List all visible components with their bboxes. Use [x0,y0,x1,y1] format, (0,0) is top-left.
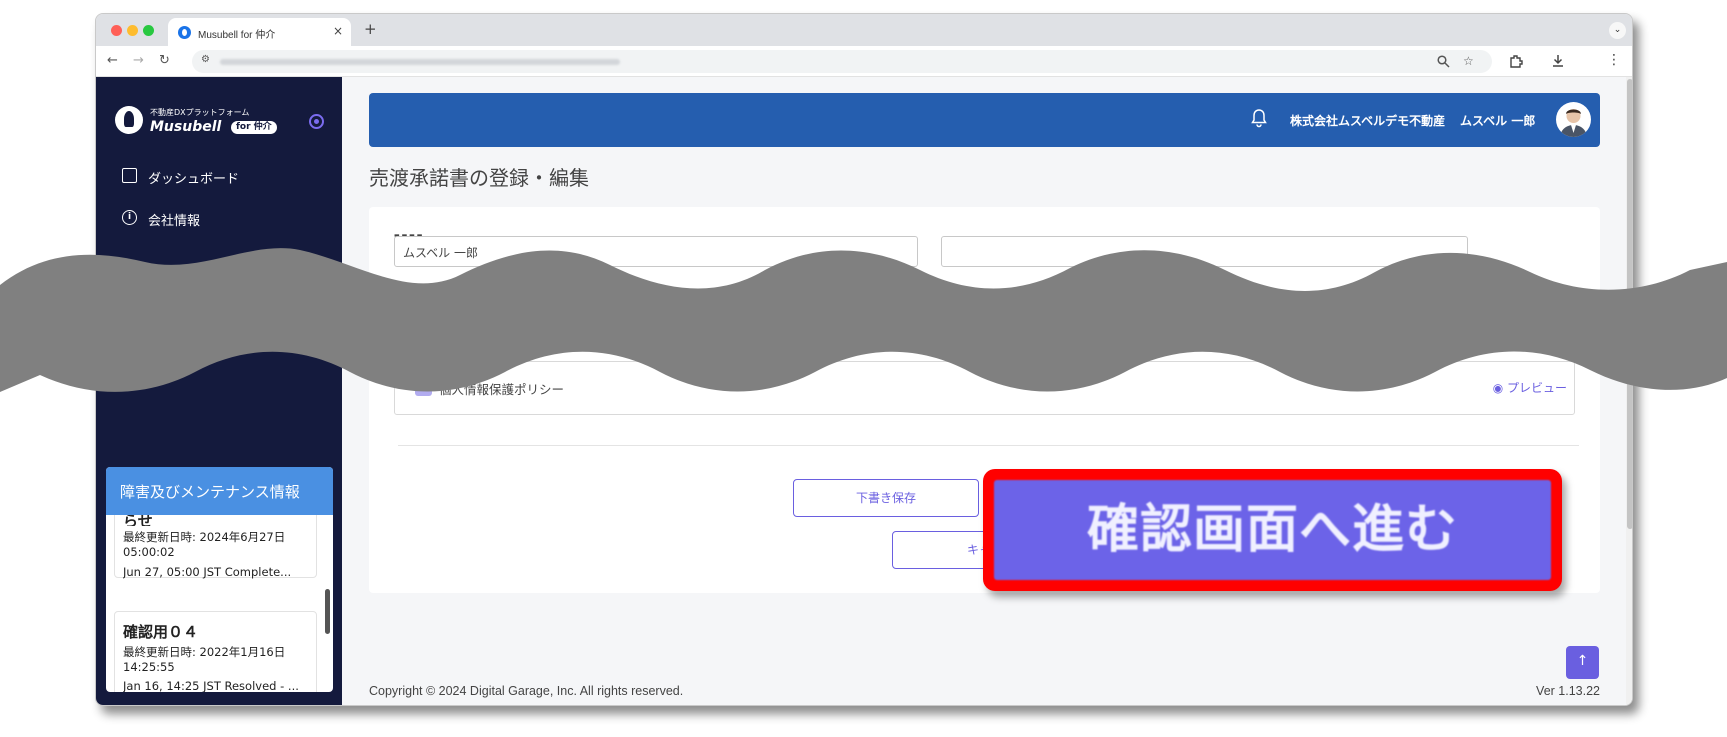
proceed-to-confirmation-button[interactable]: 確認画面へ進む [994,480,1551,580]
screenshot-stage: Musubell for 仲介 × + ⌄ ← → ↻ ⚙ ☆ ⋮ 不動産DXプ… [0,0,1727,737]
torn-edge-overlay [0,248,1727,392]
proceed-callout[interactable]: 確認画面へ進む [983,469,1562,591]
